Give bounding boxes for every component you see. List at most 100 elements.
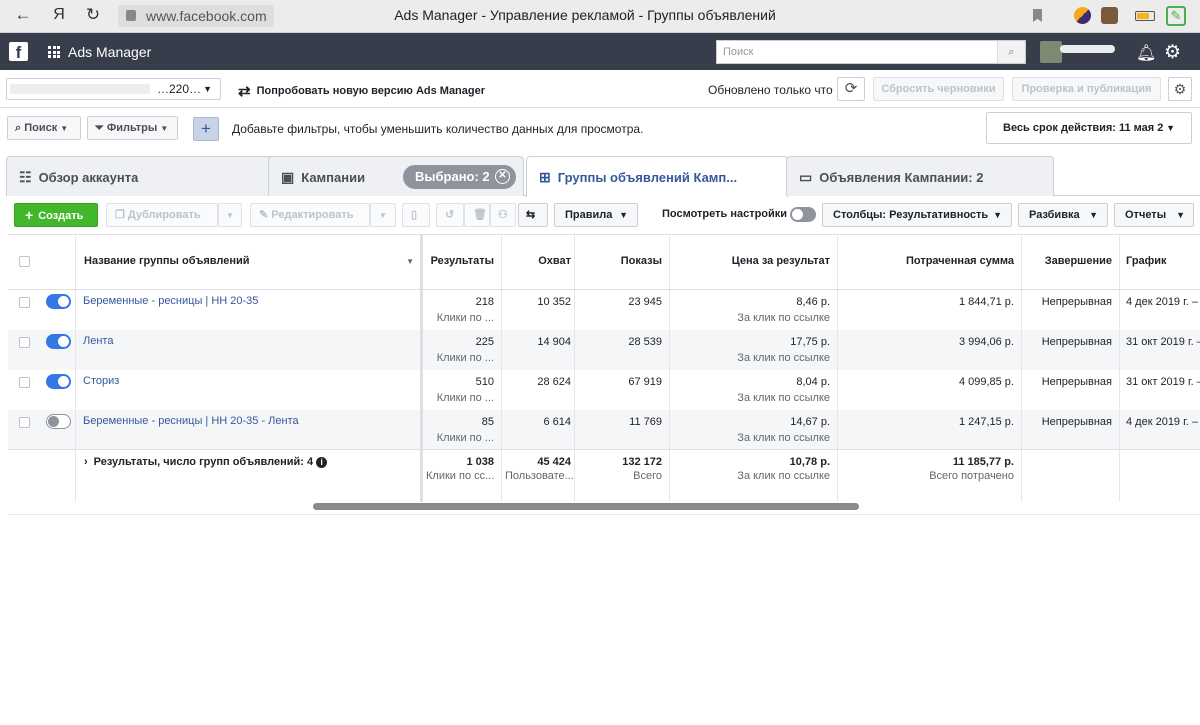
avatar[interactable] (1040, 41, 1062, 63)
account-id: …220… (157, 82, 202, 96)
rules-button[interactable]: Правила ▼ (554, 203, 638, 227)
bookmark-icon[interactable] (1033, 9, 1042, 22)
table-bottom-border (8, 514, 1200, 515)
app-name[interactable]: Ads Manager (68, 44, 151, 60)
trash-icon[interactable]: 🗑︎ (464, 203, 490, 227)
columns-button[interactable]: Столбцы: Результативность ▼ (822, 203, 1012, 227)
tab-label: Объявления Кампании: 2 (819, 170, 984, 185)
cell-end: Непрерывная (1041, 416, 1112, 428)
duplicate-label: Дублировать (127, 209, 201, 221)
row-checkbox[interactable] (19, 417, 30, 428)
select-all-checkbox[interactable] (19, 256, 30, 267)
clear-selection-icon[interactable]: ✕ (495, 169, 510, 184)
cell-cost-sub: За клик по ссылке (737, 432, 830, 444)
extension-icon[interactable] (1074, 7, 1091, 24)
header-cost-per-result[interactable]: Цена за результат (670, 234, 830, 289)
delivery-toggle[interactable] (46, 294, 71, 309)
compare-icon[interactable]: ⇆ (518, 203, 548, 227)
ad-set-name-link[interactable]: Беременные - ресницы | НН 20-35 (83, 295, 258, 307)
ad-set-name-link[interactable]: Беременные - ресницы | НН 20-35 - Лента (83, 415, 299, 427)
date-range-label: Весь срок действия: 11 мая 2 (1003, 122, 1164, 134)
cell-impressions: 23 945 (628, 296, 662, 308)
cell-cost-per-result: 17,75 р. (790, 336, 830, 348)
extension-photo-icon[interactable] (1101, 7, 1118, 24)
chevron-down-icon: ▼ (619, 210, 628, 220)
total-results-sub: Клики по сс... (426, 470, 495, 482)
preview-icon[interactable]: ▯ (402, 203, 430, 227)
reports-button[interactable]: Отчеты ▼ (1114, 203, 1194, 227)
reload-icon[interactable]: ↻ (82, 5, 104, 25)
edit-button[interactable]: ✎ Редактировать (250, 203, 370, 227)
header-schedule[interactable]: График (1126, 234, 1196, 289)
tab-account-overview[interactable]: ☷ Обзор аккаунта (6, 156, 276, 196)
cell-results: 218 (475, 296, 494, 308)
url-text: www.facebook.com (146, 8, 267, 24)
chevron-down-icon: ▼ (1166, 123, 1175, 133)
bell-icon[interactable]: 🔔︎ (1136, 43, 1156, 63)
cell-cost-sub: За клик по ссылке (737, 312, 830, 324)
cell-reach: 28 624 (537, 376, 571, 388)
edit-dropdown[interactable]: ▼ (370, 203, 396, 227)
search-icon[interactable]: ⌕ (997, 41, 1025, 63)
account-selector[interactable]: …220… ▼ (6, 78, 221, 100)
header-results[interactable]: Результаты (426, 234, 494, 289)
lock-icon (126, 10, 136, 21)
back-arrow-icon[interactable]: ← (12, 5, 34, 25)
header-end[interactable]: Завершение (1022, 234, 1112, 289)
delivery-toggle[interactable] (46, 414, 71, 429)
app-grid-icon[interactable] (48, 46, 60, 58)
selected-campaigns-chip[interactable]: Выбрано: 2 ✕ (403, 165, 516, 189)
filters-button[interactable]: ⏷ Фильтры ▼ (87, 116, 178, 140)
cell-impressions: 11 769 (629, 416, 662, 428)
try-new-version-link[interactable]: ⇄ Попробовать новую версию Ads Manager (238, 82, 485, 100)
header-reach[interactable]: Охват (501, 234, 571, 289)
magnifier-icon: ⌕ (15, 122, 25, 134)
discard-icon[interactable]: ↺ (436, 203, 464, 227)
page-title: Ads Manager - Управление рекламой - Груп… (394, 7, 776, 23)
breakdown-button[interactable]: Разбивка ▼ (1018, 203, 1108, 227)
gear-icon[interactable]: ⚙ (1164, 41, 1181, 64)
header-amount-spent[interactable]: Потраченная сумма (838, 234, 1014, 289)
add-filter-button[interactable]: + (193, 117, 219, 141)
evernote-extension-icon[interactable]: ✎ (1166, 6, 1186, 26)
delivery-toggle[interactable] (46, 374, 71, 389)
cell-impressions: 28 539 (628, 336, 662, 348)
duplicate-dropdown[interactable]: ▼ (218, 203, 242, 227)
ad-set-name-link[interactable]: Лента (83, 335, 113, 347)
yandex-logo[interactable]: Я (48, 6, 70, 24)
header-name[interactable]: Название группы объявлений ▼ (84, 234, 414, 289)
delivery-toggle[interactable] (46, 334, 71, 349)
tab-ads[interactable]: ▭ Объявления Кампании: 2 (786, 156, 1054, 196)
header-name-label: Название группы объявлений (84, 255, 250, 267)
chevron-right-icon[interactable]: › (84, 456, 88, 468)
search-placeholder: Поиск (723, 46, 754, 58)
address-bar[interactable]: www.facebook.com (118, 5, 274, 27)
horizontal-scrollbar[interactable] (313, 503, 859, 510)
row-checkbox[interactable] (19, 297, 30, 308)
plus-icon: + (25, 207, 34, 223)
info-icon[interactable]: i (316, 457, 328, 468)
total-cost-sub: За клик по ссылке (737, 470, 830, 482)
discard-drafts-button[interactable]: Сбросить черновики (873, 77, 1004, 101)
refresh-button[interactable]: ⟳ (837, 77, 865, 101)
cell-end: Непрерывная (1041, 336, 1112, 348)
settings-gear-icon[interactable]: ⚙ (1168, 77, 1192, 101)
sort-caret-icon[interactable]: ▼ (406, 234, 414, 289)
review-publish-button[interactable]: Проверка и публикация (1012, 77, 1161, 101)
ab-test-icon[interactable]: ⚇ (490, 203, 516, 227)
ad-set-name-link[interactable]: Сториз (83, 375, 119, 387)
tab-ad-sets[interactable]: ⊞ Группы объявлений Камп... (526, 156, 788, 197)
chevron-down-icon: ▼ (1089, 210, 1098, 220)
create-button[interactable]: + Создать (14, 203, 98, 227)
date-range-picker[interactable]: Весь срок действия: 11 мая 2 ▼ (986, 112, 1192, 144)
totals-expand[interactable]: › Результаты, число групп объявлений: 4 i (84, 456, 328, 468)
cell-cost-sub: За клик по ссылке (737, 352, 830, 364)
view-settings-toggle[interactable] (790, 207, 816, 222)
row-checkbox[interactable] (19, 337, 30, 348)
facebook-logo-icon[interactable]: f (9, 42, 28, 62)
header-impressions[interactable]: Показы (574, 234, 662, 289)
search-button[interactable]: ⌕ Поиск ▼ (7, 116, 81, 140)
search-input[interactable]: Поиск ⌕ (716, 40, 1026, 64)
duplicate-button[interactable]: ❐ Дублировать (106, 203, 218, 227)
row-checkbox[interactable] (19, 377, 30, 388)
